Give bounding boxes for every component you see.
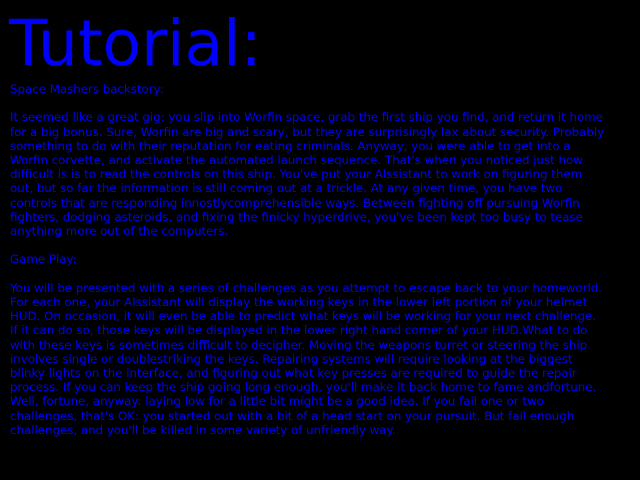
tutorial-body: Space Mashers backstory: It seemed like … — [10, 82, 606, 451]
gameplay-paragraph: You will be presented with a series of c… — [10, 280, 603, 437]
tutorial-screen: Tutorial: Space Mashers backstory: It se… — [0, 0, 640, 480]
backstory-heading: Space Mashers backstory: — [10, 82, 164, 96]
gameplay-heading: Game Play: — [10, 252, 77, 267]
backstory-paragraph: It seemed like a great gig: you slip int… — [10, 110, 605, 239]
tutorial-title: Tutorial: — [9, 7, 262, 80]
